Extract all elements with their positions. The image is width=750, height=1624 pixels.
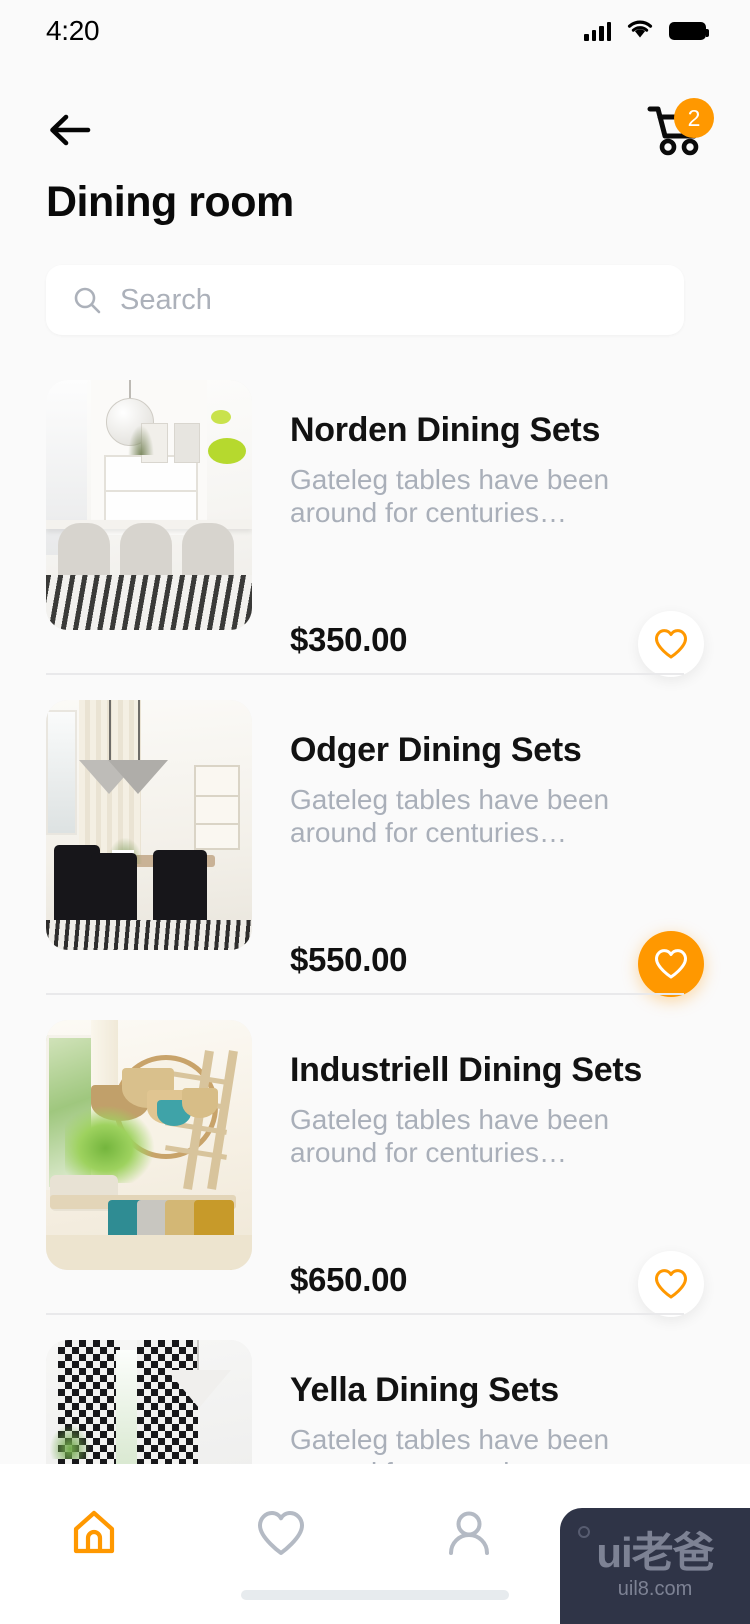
product-info: Odger Dining Sets Gateleg tables have be… [252, 700, 704, 997]
watermark-title: ui老爸 [596, 1528, 714, 1576]
product-price: $550.00 [290, 941, 408, 978]
home-icon [73, 1510, 114, 1554]
status-bar: 4:20 [0, 0, 750, 62]
watermark-overlay: ui老爸 uil8.com [560, 1508, 750, 1624]
product-description: Gateleg tables have been around for cent… [290, 784, 610, 849]
product-title: Yella Dining Sets [290, 1371, 559, 1409]
product-description: Gateleg tables have been around for cent… [290, 1104, 610, 1169]
home-indicator [241, 1590, 509, 1600]
back-arrow-icon [50, 114, 91, 146]
back-button[interactable] [46, 108, 98, 152]
table-row[interactable]: Odger Dining Sets Gateleg tables have be… [0, 675, 750, 997]
product-title: Industriell Dining Sets [290, 1051, 643, 1089]
cart-button[interactable]: 2 [644, 98, 714, 158]
product-info: Industriell Dining Sets Gateleg tables h… [252, 1020, 704, 1317]
table-row[interactable]: Industriell Dining Sets Gateleg tables h… [0, 995, 750, 1317]
nav-item-home[interactable] [0, 1500, 188, 1566]
page-title: Dining room [46, 178, 294, 226]
product-title: Norden Dining Sets [290, 411, 601, 449]
heart-outline-icon [655, 629, 687, 659]
wifi-icon [625, 18, 655, 45]
favorite-button[interactable] [638, 1251, 704, 1317]
nav-item-favorites[interactable] [188, 1500, 376, 1566]
status-time: 4:20 [46, 15, 100, 46]
product-description: Gateleg tables have been around for cent… [290, 464, 610, 529]
search-icon [74, 287, 101, 314]
search-bar[interactable]: Search [46, 265, 684, 335]
status-icons [584, 18, 709, 45]
signal-bars-icon [584, 21, 611, 41]
table-row[interactable]: Norden Dining Sets Gateleg tables have b… [0, 355, 750, 677]
search-input[interactable]: Search [120, 284, 212, 317]
product-image [46, 700, 252, 950]
favorite-button[interactable] [638, 931, 704, 997]
heart-outline-icon [655, 1269, 687, 1299]
product-info: Norden Dining Sets Gateleg tables have b… [252, 380, 704, 677]
product-list: Norden Dining Sets Gateleg tables have b… [0, 355, 750, 1624]
person-icon [448, 1511, 489, 1555]
favorite-button[interactable] [638, 611, 704, 677]
cart-badge: 2 [674, 98, 714, 138]
product-image [46, 380, 252, 630]
battery-full-icon [669, 22, 709, 40]
nav-item-profile[interactable] [375, 1500, 563, 1566]
product-price: $350.00 [290, 621, 408, 658]
heart-filled-icon [655, 949, 687, 979]
watermark-subtitle: uil8.com [617, 1577, 693, 1600]
product-image [46, 1020, 252, 1270]
heart-icon [258, 1511, 305, 1555]
phone-screen: 4:20 2 Dining room Search Norden Dining … [0, 0, 750, 1624]
product-price: $650.00 [290, 1261, 408, 1298]
product-title: Odger Dining Sets [290, 731, 582, 769]
watermark-dot-icon [578, 1526, 590, 1538]
top-bar: 2 [0, 96, 750, 164]
